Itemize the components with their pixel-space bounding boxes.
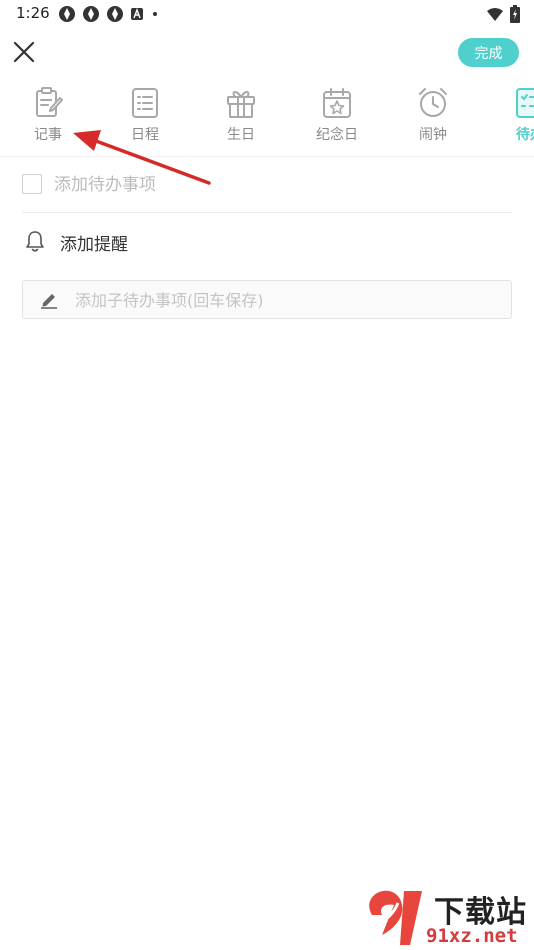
tab-label: 日程 [131, 127, 159, 143]
subtask-input[interactable] [75, 287, 495, 313]
todo-checklist-icon [516, 88, 534, 118]
status-system-icons [486, 5, 520, 23]
watermark: 下载站 91xz.net [360, 885, 534, 950]
tab-label: 生日 [227, 127, 255, 143]
pencil-icon [41, 294, 57, 309]
alarm-clock-icon [419, 88, 447, 117]
tab-todo[interactable]: 待办 [500, 86, 534, 152]
note-edit-icon [36, 87, 63, 117]
tab-label: 纪念日 [316, 127, 358, 143]
tab-birthday[interactable]: 生日 [211, 86, 271, 152]
tab-label: 记事 [34, 127, 62, 143]
todo-checkbox[interactable] [22, 174, 42, 194]
close-icon [13, 41, 35, 63]
close-button[interactable] [10, 38, 38, 66]
tab-label: 闹钟 [419, 127, 447, 143]
done-button[interactable]: 完成 [458, 38, 519, 67]
wifi-icon [487, 8, 503, 21]
tab-note[interactable]: 记事 [18, 86, 78, 152]
watermark-logo-icon [369, 890, 422, 945]
dot-icon [153, 12, 157, 16]
watermark-domain: 91xz.net [426, 925, 518, 947]
add-reminder-label: 添加提醒 [60, 235, 128, 255]
calendar-star-icon [323, 88, 351, 118]
subtask-field [22, 280, 512, 319]
status-bar: 1:26 [0, 0, 534, 28]
app-notification-icon [83, 6, 99, 22]
bell-icon [26, 231, 44, 252]
app-notification-icon [59, 6, 75, 22]
add-reminder-button[interactable]: 添加提醒 [22, 228, 322, 256]
status-time: 1:26 [16, 4, 50, 22]
top-bar [0, 30, 534, 76]
tab-anniversary[interactable]: 纪念日 [307, 86, 367, 152]
tab-alarm[interactable]: 闹钟 [403, 86, 463, 152]
gift-icon [227, 91, 255, 118]
battery-icon [510, 5, 520, 23]
tab-label: 待办 [516, 127, 534, 143]
todo-entry-row [22, 172, 512, 200]
tabs-divider [0, 156, 534, 157]
schedule-list-icon [132, 88, 158, 118]
tab-schedule[interactable]: 日程 [115, 86, 175, 152]
status-notification-icons [58, 5, 160, 23]
todo-title-input[interactable] [54, 172, 494, 198]
app-notification-icon [107, 6, 123, 22]
category-tabs: 记事 日程 生日 纪念日 闹钟 待 [0, 86, 534, 152]
row-divider [22, 212, 512, 213]
a-badge-icon [131, 8, 143, 20]
